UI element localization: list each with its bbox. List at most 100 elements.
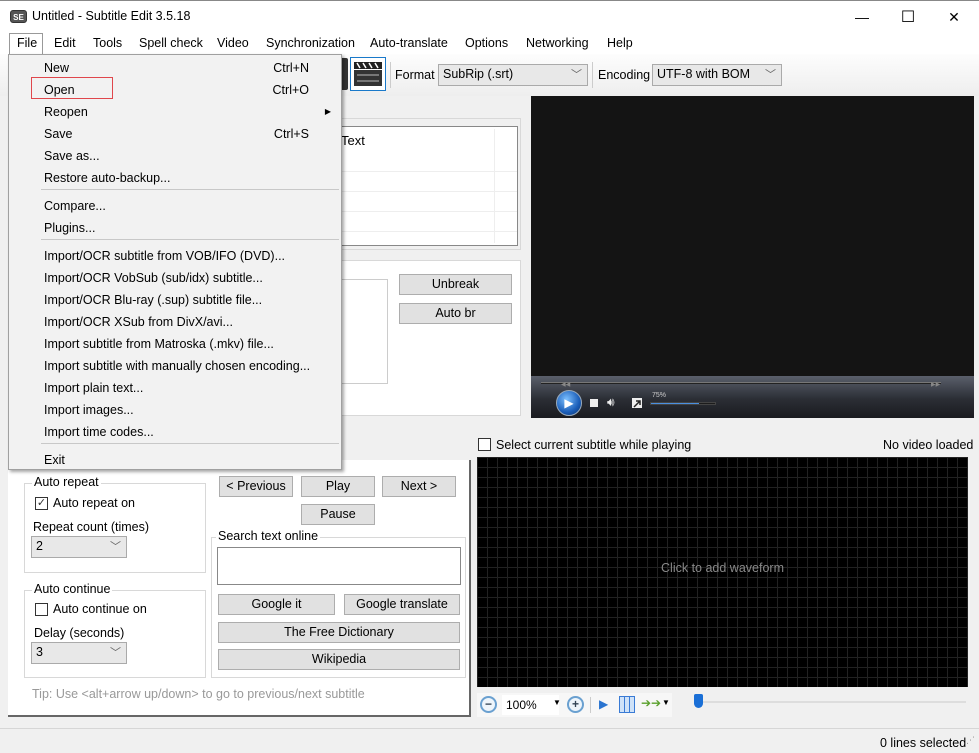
menu-item-label: Import time codes... <box>44 425 154 439</box>
file-menu-item-reopen[interactable]: Reopen ▶ <box>11 103 339 123</box>
video-controls: ◀◀ ▶▶ ▶ 🔊︎ 75% <box>531 376 974 418</box>
file-menu-item-import-ocr-subtitle-from-vob-ifo-dvd[interactable]: Import/OCR subtitle from VOB/IFO (DVD)..… <box>11 247 339 267</box>
google-translate-button[interactable]: Google translate <box>344 594 460 615</box>
spectrogram-icon[interactable] <box>619 696 635 713</box>
delay-select[interactable]: 3 ﹀ <box>31 642 127 664</box>
search-online-title: Search text online <box>216 529 321 543</box>
file-menu-item-import-ocr-blu-ray-sup-subtitle-file[interactable]: Import/OCR Blu-ray (.sup) subtitle file.… <box>11 291 339 311</box>
menu-file[interactable]: File <box>17 36 37 50</box>
waveform-position-slider[interactable] <box>694 694 703 708</box>
file-menu-item-import-subtitle-with-manually-chosen-encoding[interactable]: Import subtitle with manually chosen enc… <box>11 357 339 377</box>
file-menu-item-plugins[interactable]: Plugins... <box>11 219 339 239</box>
file-menu-item-import-plain-text[interactable]: Import plain text... <box>11 379 339 399</box>
file-menu-item-restore-auto-backup[interactable]: Restore auto-backup... <box>11 169 339 189</box>
free-dictionary-button[interactable]: The Free Dictionary <box>218 622 460 643</box>
file-menu-item-save[interactable]: Save Ctrl+S <box>11 125 339 145</box>
file-menu-item-save-as[interactable]: Save as... <box>11 147 339 167</box>
menu-item-label: Import/OCR XSub from DivX/avi... <box>44 315 233 329</box>
file-menu-item-open[interactable]: Open Ctrl+O <box>11 81 339 101</box>
menu-item-label: Save <box>44 127 73 141</box>
volume-label: 75% <box>652 392 667 399</box>
auto-br-button[interactable]: Auto br <box>399 303 512 324</box>
volume-slider[interactable] <box>650 402 716 405</box>
previous-button[interactable]: < Previous <box>219 476 293 497</box>
fullscreen-icon[interactable] <box>632 398 642 408</box>
translate-panel: Auto repeat ✓ Auto repeat on Repeat coun… <box>8 460 471 717</box>
menu-separator <box>41 189 339 190</box>
submenu-arrow-icon: ▶ <box>324 107 331 116</box>
play-button[interactable]: Play <box>301 476 375 497</box>
menu-help[interactable]: Help <box>607 36 633 50</box>
menu-separator <box>41 443 339 444</box>
zoom-in-icon[interactable]: + <box>567 696 584 713</box>
menu-item-label: Plugins... <box>44 221 96 235</box>
zoom-select[interactable]: 100% <box>502 695 559 715</box>
menu-item-label: Exit <box>44 453 65 467</box>
menu-item-label: Import/OCR VobSub (sub/idx) subtitle... <box>44 271 263 285</box>
encoding-select[interactable]: UTF-8 with BOM ﹀ <box>652 64 782 86</box>
menu-item-label: Import images... <box>44 403 134 417</box>
visual-sync-button[interactable] <box>350 57 386 91</box>
file-menu-item-import-ocr-vobsub-sub-idx-subtitle[interactable]: Import/OCR VobSub (sub/idx) subtitle... <box>11 269 339 289</box>
play-selection-icon[interactable]: ▶ <box>599 697 608 711</box>
play-icon[interactable]: ▶ <box>556 390 582 416</box>
minimize-button[interactable]: — <box>839 1 885 33</box>
file-menu-item-import-ocr-xsub-from-divx-avi[interactable]: Import/OCR XSub from DivX/avi... <box>11 313 339 333</box>
menu-synchronization[interactable]: Synchronization <box>266 36 355 50</box>
rewind-icon[interactable]: ◀◀ <box>561 381 570 388</box>
auto-continue-checkbox[interactable] <box>35 603 48 616</box>
close-button[interactable]: ✕ <box>931 1 977 33</box>
auto-continue-group: Auto continue Auto continue on Delay (se… <box>24 582 206 678</box>
menu-auto-translate[interactable]: Auto-translate <box>370 36 448 50</box>
forward-arrows-icon[interactable]: ➔➔ <box>641 696 661 710</box>
file-menu-item-exit[interactable]: Exit <box>11 451 339 471</box>
fast-forward-icon[interactable]: ▶▶ <box>931 381 940 388</box>
stop-icon[interactable] <box>590 399 598 407</box>
file-menu-item-import-images[interactable]: Import images... <box>11 401 339 421</box>
column-divider <box>494 129 495 243</box>
tip-text: Tip: Use <alt+arrow up/down> to go to pr… <box>32 687 365 701</box>
unbreak-button[interactable]: Unbreak <box>399 274 512 295</box>
menu-item-label: Open <box>44 83 75 97</box>
waveform-position-track[interactable] <box>700 701 966 703</box>
menu-edit[interactable]: Edit <box>54 36 76 50</box>
maximize-button[interactable]: ☐ <box>885 1 931 33</box>
file-menu-item-new[interactable]: New Ctrl+N <box>11 59 339 79</box>
auto-repeat-checkbox[interactable]: ✓ <box>35 497 48 510</box>
dropdown-icon[interactable]: ▼ <box>662 698 670 707</box>
toolbar-separator <box>592 62 593 88</box>
next-button[interactable]: Next > <box>382 476 456 497</box>
no-video-label: No video loaded <box>883 438 974 452</box>
menu-options[interactable]: Options <box>465 36 508 50</box>
repeat-count-select[interactable]: 2 ﹀ <box>31 536 127 558</box>
column-header-text[interactable]: Text <box>341 133 365 148</box>
wikipedia-button[interactable]: Wikipedia <box>218 649 460 670</box>
format-value: SubRip (.srt) <box>443 67 514 81</box>
pause-button[interactable]: Pause <box>301 504 375 525</box>
zoom-dropdown-icon[interactable]: ▼ <box>553 698 561 707</box>
menu-networking[interactable]: Networking <box>526 36 589 50</box>
file-menu: New Ctrl+N Open Ctrl+O Reopen ▶ Save Ctrl+S Save… <box>8 54 342 470</box>
menu-item-shortcut: Ctrl+O <box>272 83 309 97</box>
select-current-checkbox[interactable] <box>478 438 491 451</box>
menu-video[interactable]: Video <box>217 36 249 50</box>
menu-item-label: Import/OCR Blu-ray (.sup) subtitle file.… <box>44 293 263 307</box>
video-position-track[interactable] <box>541 382 941 384</box>
zoom-out-icon[interactable]: − <box>480 696 497 713</box>
file-menu-item-compare[interactable]: Compare... <box>11 197 339 217</box>
google-it-button[interactable]: Google it <box>218 594 335 615</box>
search-text-input[interactable] <box>217 547 461 585</box>
file-menu-item-import-time-codes[interactable]: Import time codes... <box>11 423 339 443</box>
waveform[interactable]: Click to add waveform <box>477 457 968 687</box>
waveform-toolbar: − 100% ▼ + ▶ ➔➔ ▼ <box>477 693 672 717</box>
volume-icon[interactable]: 🔊︎ <box>607 395 615 410</box>
format-select[interactable]: SubRip (.srt) ﹀ <box>438 64 588 86</box>
menu-separator <box>41 239 339 240</box>
video-player[interactable] <box>531 96 974 418</box>
resize-grip-icon[interactable]: ⋰ <box>966 735 975 746</box>
file-menu-item-import-subtitle-from-matroska-mkv-file[interactable]: Import subtitle from Matroska (.mkv) fil… <box>11 335 339 355</box>
menu-item-label: Import subtitle from Matroska (.mkv) fil… <box>44 337 274 351</box>
search-online-group: Search text online Google it Google tran… <box>211 529 466 678</box>
menu-tools[interactable]: Tools <box>93 36 122 50</box>
menu-spell-check[interactable]: Spell check <box>139 36 203 50</box>
